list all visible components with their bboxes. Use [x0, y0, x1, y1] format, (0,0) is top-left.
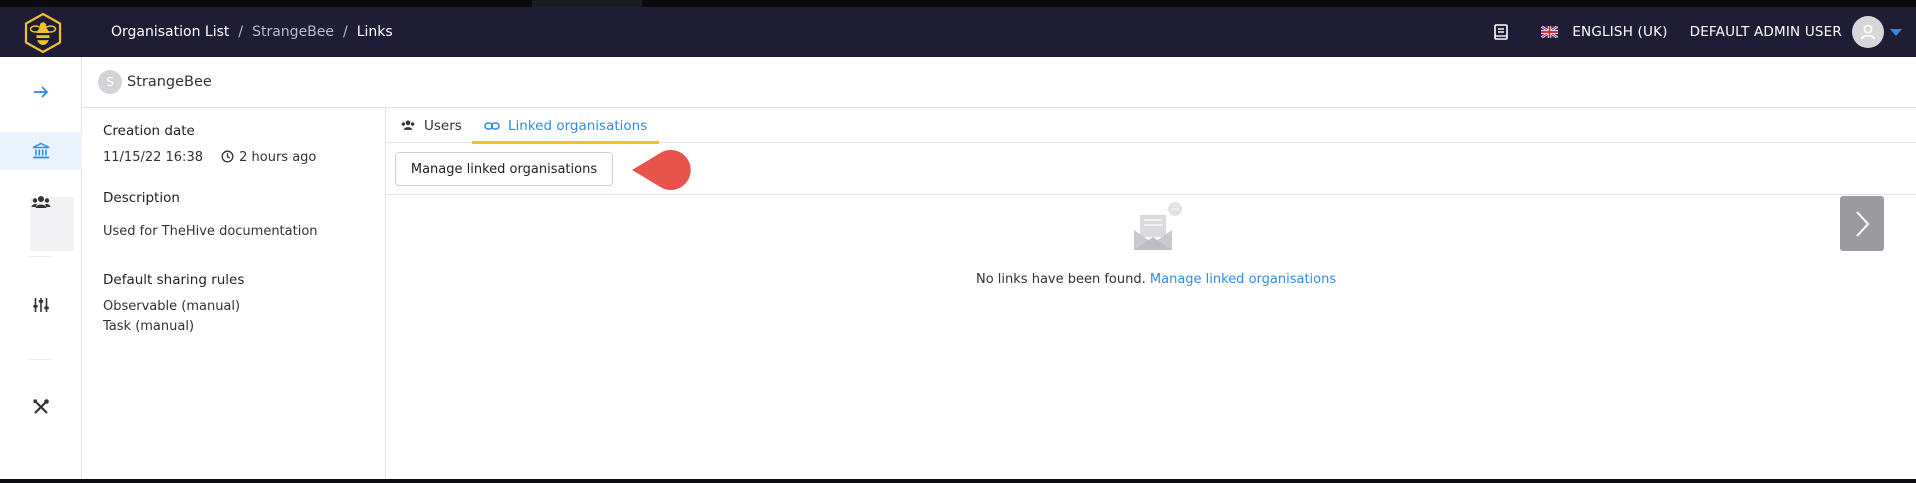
- tab-linked-organisations[interactable]: Linked organisations: [472, 108, 660, 144]
- left-sidebar: [0, 57, 82, 481]
- breadcrumb-links: Links: [356, 24, 393, 40]
- user-avatar-icon[interactable]: [1852, 16, 1884, 48]
- tab-linked-organisations-label: Linked organisations: [508, 117, 648, 134]
- sidebar-item-platform-management[interactable]: [29, 293, 53, 317]
- manage-linked-organisations-link[interactable]: Manage linked organisations: [1150, 272, 1336, 287]
- sidebar-item-admin-tools[interactable]: [29, 395, 53, 419]
- sliders-icon: [33, 298, 49, 312]
- empty-state-message: No links have been found. Manage linked …: [976, 272, 1336, 287]
- top-strip: [0, 0, 1916, 7]
- language-selector[interactable]: ENGLISH (UK): [1572, 24, 1667, 40]
- org-name: StrangeBee: [127, 74, 212, 90]
- users-icon: [31, 196, 51, 208]
- uk-flag-icon: [1541, 26, 1559, 38]
- creation-relative: 2 hours ago: [239, 150, 317, 165]
- links-toolbar: Manage linked organisations 1: [386, 143, 1916, 195]
- creation-date: 11/15/22 16:38: [103, 150, 203, 165]
- creation-date-label: Creation date: [103, 123, 195, 139]
- book-icon[interactable]: [1491, 22, 1511, 42]
- clock-icon: [221, 150, 234, 163]
- sidebar-item-organisations[interactable]: [29, 139, 53, 163]
- manage-linked-organisations-button[interactable]: Manage linked organisations: [395, 152, 613, 186]
- tab-bar: Users Linked organisations: [386, 108, 1916, 144]
- tab-users[interactable]: Users: [400, 108, 462, 143]
- sidebar-item-expand[interactable]: [29, 80, 53, 104]
- top-strip-notch: [532, 0, 642, 7]
- bottom-strip: [0, 479, 1916, 483]
- header-right: ENGLISH (UK) DEFAULT ADMIN USER: [1491, 7, 1916, 57]
- description-value: Used for TheHive documentation: [103, 224, 318, 239]
- sidebar-divider: [28, 359, 52, 360]
- person-icon: [1860, 24, 1876, 40]
- breadcrumb-strangebee[interactable]: StrangeBee: [252, 24, 334, 40]
- tools-icon: [33, 399, 49, 414]
- arrow-right-icon: [34, 86, 49, 98]
- breadcrumb-separator: /: [238, 24, 244, 40]
- link-icon: [484, 121, 500, 130]
- empty-inbox-icon: [1134, 202, 1182, 250]
- sharing-rule-item: Observable (manual): [103, 299, 241, 314]
- creation-date-value: 11/15/22 16:38 2 hours ago: [103, 150, 316, 165]
- bank-icon: [32, 142, 50, 159]
- org-avatar: S: [98, 70, 122, 94]
- user-menu-label[interactable]: DEFAULT ADMIN USER: [1690, 24, 1842, 40]
- sidebar-item-users[interactable]: [29, 191, 53, 215]
- chevron-down-icon[interactable]: [1890, 28, 1902, 36]
- tab-users-label: Users: [424, 117, 462, 134]
- chevron-right-icon: [1856, 210, 1870, 237]
- step-callout-number: 1: [693, 157, 709, 183]
- breadcrumb-separator: /: [343, 24, 348, 40]
- sharing-rule-item: Task (manual): [103, 319, 195, 334]
- sharing-rules-label: Default sharing rules: [103, 272, 245, 288]
- thehive-bee-logo[interactable]: [24, 13, 62, 53]
- next-slide-button[interactable]: [1840, 196, 1884, 251]
- breadcrumb-organisation-list[interactable]: Organisation List: [111, 24, 229, 40]
- sidebar-divider: [28, 256, 52, 257]
- description-label: Description: [103, 190, 180, 206]
- breadcrumb: Organisation List / StrangeBee / Links: [111, 7, 393, 57]
- empty-state-text: No links have been found.: [976, 272, 1146, 287]
- org-details-panel: Creation date 11/15/22 16:38 2 hours ago…: [82, 108, 386, 481]
- organisation-bar: S StrangeBee: [82, 57, 1916, 108]
- app-header: Organisation List / StrangeBee / Links E…: [0, 7, 1916, 57]
- users-icon: [401, 120, 415, 130]
